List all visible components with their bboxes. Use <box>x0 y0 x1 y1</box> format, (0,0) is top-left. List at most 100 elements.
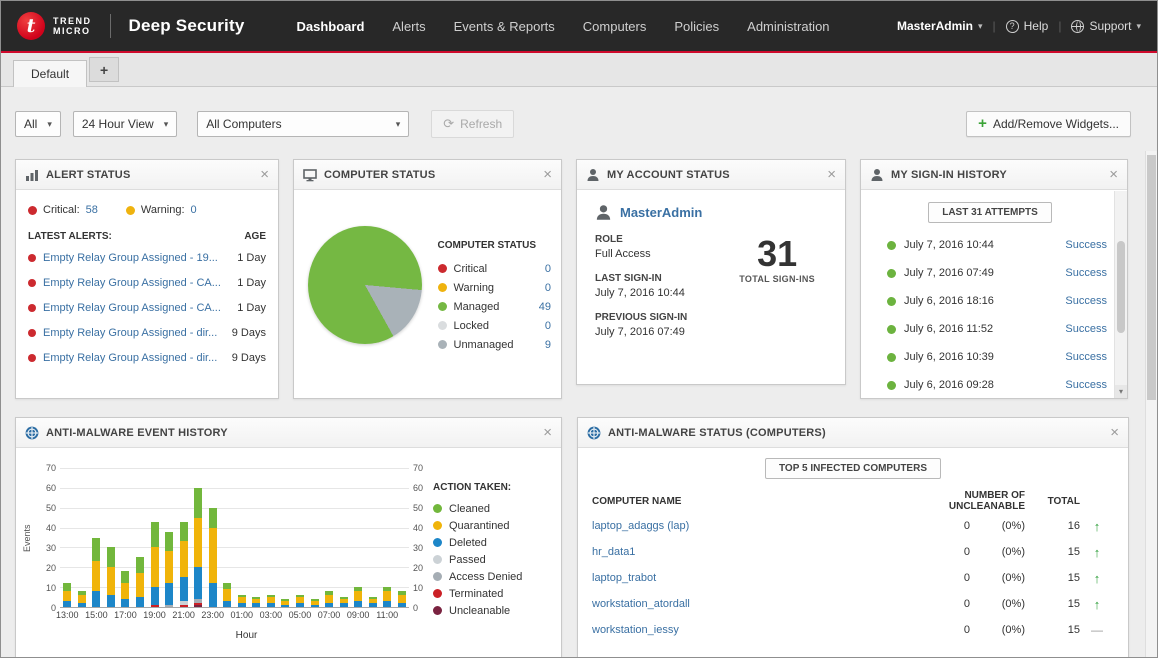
signin-date: July 7, 2016 10:44 <box>904 239 1057 251</box>
brand-line2: MICRO <box>53 26 92 36</box>
alert-row: Empty Relay Group Assigned - dir... 9 Da… <box>28 345 266 370</box>
table-row: workstation_atordall 0 (0%) 15 ↑ <box>592 591 1114 617</box>
computer-status-pie[interactable] <box>308 226 422 344</box>
page-scrollbar[interactable] <box>1145 151 1157 657</box>
user-menu[interactable]: MasterAdmin ▾ <box>897 19 983 33</box>
close-icon[interactable]: × <box>543 168 552 182</box>
computers-dropdown[interactable]: All Computers ▾ <box>197 111 409 137</box>
signin-list: July 7, 2016 10:44 Success July 7, 2016 … <box>873 231 1107 399</box>
signin-row: July 7, 2016 07:49 Success <box>873 259 1107 287</box>
success-dot-icon <box>887 353 896 362</box>
am-status-table: COMPUTER NAME NUMBER OF UNCLEANABLE TOTA… <box>592 489 1114 643</box>
signin-status-link[interactable]: Success <box>1065 239 1107 251</box>
top-infected-button[interactable]: TOP 5 INFECTED COMPUTERS <box>765 458 941 479</box>
legend-item-cleaned: Cleaned <box>433 500 555 517</box>
widget-title: MY ACCOUNT STATUS <box>607 169 820 181</box>
success-dot-icon <box>887 241 896 250</box>
legend-count-link[interactable]: 49 <box>529 301 551 313</box>
refresh-button[interactable]: ⟳ Refresh <box>431 110 514 138</box>
tab-default[interactable]: Default <box>13 60 87 87</box>
warning-count-link[interactable]: 0 <box>191 204 197 216</box>
am-history-xaxis-label: Hour <box>22 630 433 641</box>
legend-item-quarantined: Quarantined <box>433 517 555 534</box>
help-icon: ? <box>1006 20 1019 33</box>
close-icon[interactable]: × <box>543 426 552 440</box>
signin-date: July 6, 2016 18:16 <box>904 295 1057 307</box>
view-dropdown[interactable]: 24 Hour View ▾ <box>73 111 177 137</box>
legend-label: Managed <box>454 301 523 313</box>
alert-link[interactable]: Empty Relay Group Assigned - 19... <box>43 252 230 264</box>
age-label: AGE <box>244 231 266 242</box>
legend-count-link[interactable]: 0 <box>529 263 551 275</box>
scope-dropdown[interactable]: All ▾ <box>15 111 61 137</box>
add-tab-button[interactable]: + <box>89 57 119 82</box>
signin-date: July 7, 2016 07:49 <box>904 267 1057 279</box>
scope-value: All <box>24 117 37 131</box>
legend-count-link[interactable]: 0 <box>529 282 551 294</box>
add-remove-widgets-button[interactable]: + Add/Remove Widgets... <box>966 111 1131 137</box>
close-icon[interactable]: × <box>827 168 836 182</box>
am-history-xticks: 13:0015:0017:0019:0021:0023:0001:0003:00… <box>60 607 409 621</box>
alert-link[interactable]: Empty Relay Group Assigned - CA... <box>43 277 230 289</box>
computer-name-link[interactable]: laptop_trabot <box>592 572 900 584</box>
computer-name-link[interactable]: workstation_atordall <box>592 598 900 610</box>
nav-item-events-reports[interactable]: Events & Reports <box>454 19 555 34</box>
close-icon[interactable]: × <box>1110 426 1119 440</box>
warning-dot-icon <box>126 206 135 215</box>
account-user-link[interactable]: MasterAdmin <box>620 205 702 220</box>
alert-row: Empty Relay Group Assigned - dir... 9 Da… <box>28 320 266 345</box>
legend-item-critical: Critical 0 <box>438 259 552 278</box>
signin-row: July 6, 2016 18:16 Success <box>873 287 1107 315</box>
signin-status-link[interactable]: Success <box>1065 267 1107 279</box>
scrollbar-thumb[interactable] <box>1117 241 1125 333</box>
nav-item-alerts[interactable]: Alerts <box>392 19 425 34</box>
uncleanable-value: 0 <box>900 520 970 532</box>
status-dot-icon <box>438 302 447 311</box>
widget-header: ANTI-MALWARE EVENT HISTORY × <box>16 418 561 448</box>
nav-item-administration[interactable]: Administration <box>747 19 829 34</box>
product-title: Deep Security <box>129 16 245 36</box>
nav-item-policies[interactable]: Policies <box>674 19 719 34</box>
widget-header: COMPUTER STATUS × <box>294 160 561 190</box>
signin-status-link[interactable]: Success <box>1065 351 1107 363</box>
am-history-ylabel: Events <box>22 468 36 608</box>
legend-count-link[interactable]: 0 <box>529 320 551 332</box>
trend-up-icon: ↑ <box>1080 597 1114 612</box>
computer-name-link[interactable]: hr_data1 <box>592 546 900 558</box>
alert-link[interactable]: Empty Relay Group Assigned - dir... <box>43 327 225 339</box>
legend-item-locked: Locked 0 <box>438 316 552 335</box>
uncleanable-value: 0 <box>900 572 970 584</box>
alert-link[interactable]: Empty Relay Group Assigned - CA... <box>43 302 230 314</box>
shield-globe-icon <box>587 426 601 440</box>
signin-status-link[interactable]: Success <box>1065 295 1107 307</box>
divider: | <box>993 19 996 33</box>
nav-item-dashboard[interactable]: Dashboard <box>296 19 364 34</box>
signin-status-link[interactable]: Success <box>1065 323 1107 335</box>
alert-link[interactable]: Empty Relay Group Assigned - dir... <box>43 352 225 364</box>
close-icon[interactable]: × <box>1109 168 1118 182</box>
legend-item-managed: Managed 49 <box>438 297 552 316</box>
total-signins-count: 31 <box>739 236 815 272</box>
table-header-row: COMPUTER NAME NUMBER OF UNCLEANABLE TOTA… <box>592 489 1114 513</box>
critical-count-link[interactable]: 58 <box>86 204 98 216</box>
scroll-down-icon[interactable]: ▾ <box>1115 385 1127 398</box>
computer-name-link[interactable]: laptop_adaggs (lap) <box>592 520 900 532</box>
success-dot-icon <box>887 269 896 278</box>
critical-label: Critical: <box>43 204 80 216</box>
legend-count-link[interactable]: 9 <box>529 339 551 351</box>
uncleanable-pct: (0%) <box>970 520 1025 532</box>
am-status-body: TOP 5 INFECTED COMPUTERS COMPUTER NAME N… <box>578 448 1128 643</box>
widget-scrollbar[interactable]: ▾ <box>1114 191 1127 398</box>
last-attempts-button[interactable]: LAST 31 ATTEMPTS <box>928 202 1052 223</box>
close-icon[interactable]: × <box>260 168 269 182</box>
account-status-body: MasterAdmin ROLE Full Access LAST SIGN-I… <box>577 190 845 385</box>
uncleanable-pct: (0%) <box>970 624 1025 636</box>
computer-name-link[interactable]: workstation_iessy <box>592 624 900 636</box>
nav-item-computers[interactable]: Computers <box>583 19 647 34</box>
signin-status-link[interactable]: Success <box>1065 379 1107 391</box>
refresh-icon: ⟳ <box>443 116 454 132</box>
scrollbar-thumb[interactable] <box>1147 155 1156 400</box>
chevron-down-icon: ▾ <box>396 119 401 130</box>
support-menu[interactable]: Support ▾ <box>1071 19 1141 33</box>
help-menu[interactable]: ? Help <box>1006 19 1049 33</box>
